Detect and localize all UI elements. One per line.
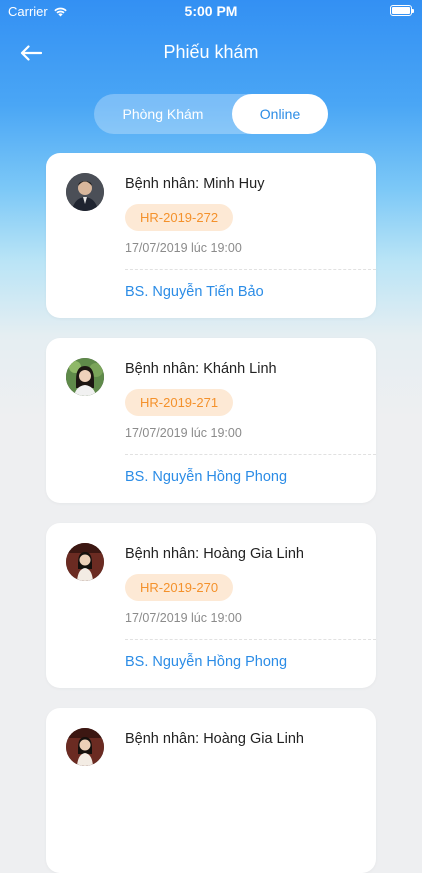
doctor-name[interactable]: BS. Nguyễn Hồng Phong bbox=[125, 469, 287, 485]
tab-switcher: Phòng Khám Online bbox=[94, 94, 328, 134]
divider bbox=[125, 454, 376, 455]
status-bar: Carrier 5:00 PM bbox=[0, 0, 422, 22]
record-card[interactable]: Bệnh nhân: Hoàng Gia Linh HR-2019-270 17… bbox=[46, 523, 376, 688]
avatar bbox=[66, 543, 104, 581]
record-code-badge: HR-2019-270 bbox=[125, 574, 234, 601]
record-code-badge: HR-2019-272 bbox=[125, 204, 234, 231]
divider bbox=[125, 269, 376, 270]
divider bbox=[125, 639, 376, 640]
patient-name: Bệnh nhân: Minh Huy bbox=[125, 176, 265, 192]
patient-name: Bệnh nhân: Hoàng Gia Linh bbox=[125, 546, 304, 562]
avatar bbox=[66, 173, 104, 211]
record-card[interactable]: Bệnh nhân: Khánh Linh HR-2019-271 17/07/… bbox=[46, 338, 376, 503]
navigation-bar: Phiếu khám bbox=[0, 30, 422, 76]
tab-online[interactable]: Online bbox=[232, 94, 328, 134]
patient-name: Bệnh nhân: Khánh Linh bbox=[125, 361, 277, 377]
avatar bbox=[66, 728, 104, 766]
appointment-datetime: 17/07/2019 lúc 19:00 bbox=[125, 426, 242, 440]
tab-phong-kham[interactable]: Phòng Khám bbox=[94, 94, 232, 134]
record-card[interactable]: Bệnh nhân: Minh Huy HR-2019-272 17/07/20… bbox=[46, 153, 376, 318]
appointment-datetime: 17/07/2019 lúc 19:00 bbox=[125, 241, 242, 255]
doctor-name[interactable]: BS. Nguyễn Hồng Phong bbox=[125, 654, 287, 670]
record-code-badge: HR-2019-271 bbox=[125, 389, 234, 416]
battery-icon bbox=[390, 5, 414, 16]
appointment-datetime: 17/07/2019 lúc 19:00 bbox=[125, 611, 242, 625]
doctor-name[interactable]: BS. Nguyễn Tiến Bảo bbox=[125, 284, 264, 300]
record-card[interactable]: Bệnh nhân: Hoàng Gia Linh bbox=[46, 708, 376, 873]
page-title: Phiếu khám bbox=[163, 42, 259, 62]
patient-name: Bệnh nhân: Hoàng Gia Linh bbox=[125, 731, 304, 747]
avatar bbox=[66, 358, 104, 396]
clock: 5:00 PM bbox=[184, 3, 238, 19]
